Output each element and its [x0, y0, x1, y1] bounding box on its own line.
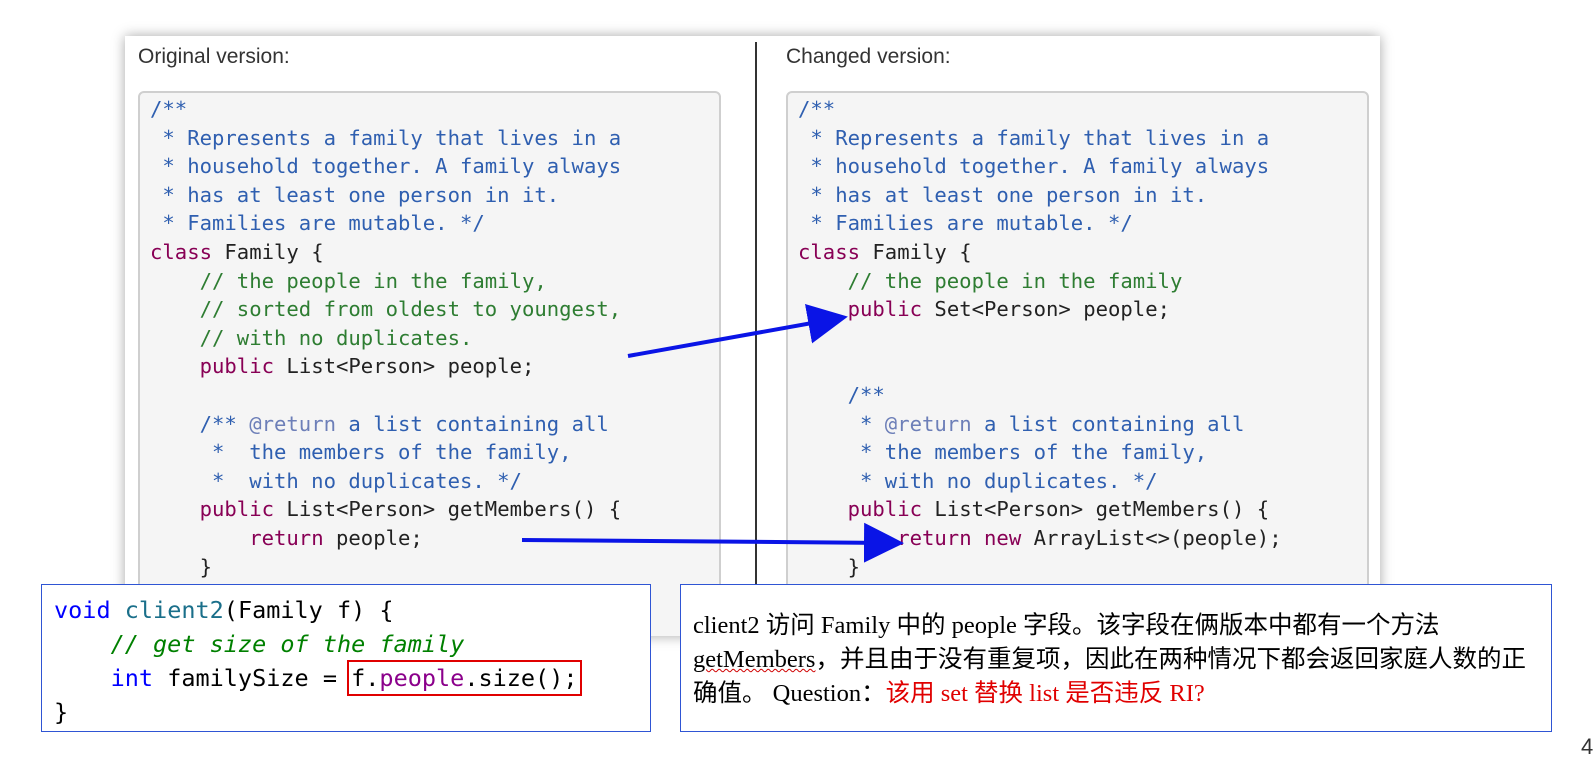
code-line: return new ArrayList<>(people);: [897, 525, 1282, 550]
code-line: * @return a list containing all: [798, 411, 1245, 436]
code-line: /**: [798, 97, 836, 121]
code-comparison-panel: Original version: Changed version: /** *…: [125, 36, 1380, 636]
code-line: return people;: [249, 525, 423, 550]
code-line: /**: [150, 97, 188, 121]
original-code-block: /** * Represents a family that lives in …: [138, 91, 721, 636]
note-text: client2 访问 Family 中的 people 字段。该字段在俩版本中都…: [693, 612, 1440, 639]
code-line: }: [150, 554, 212, 579]
client-code: void client2(Family f) { // get size of …: [54, 593, 582, 729]
code-line: * Families are mutable. */: [798, 211, 1133, 236]
version-divider: [755, 42, 757, 636]
code-line: * household together. A family always: [150, 154, 622, 179]
changed-code-block: /** * Represents a family that lives in …: [786, 91, 1369, 636]
explanation-note: client2 访问 Family 中的 people 字段。该字段在俩版本中都…: [680, 584, 1552, 732]
changed-version-title: Changed version:: [786, 45, 951, 68]
code-line: /**: [798, 382, 885, 407]
code-line: * the members of the family,: [798, 440, 1208, 465]
code-line: // get size of the family: [54, 630, 465, 658]
code-line: public List<Person> people;: [199, 354, 535, 379]
code-line: }: [54, 698, 69, 726]
code-line: // with no duplicates.: [150, 325, 473, 350]
note-question: 该用 set 替换 list 是否违反 RI?: [885, 680, 1205, 707]
original-code: /** * Represents a family that lives in …: [150, 95, 621, 581]
code-line: * with no duplicates. */: [798, 468, 1158, 493]
code-line: class Family {: [798, 239, 972, 264]
code-line: * Families are mutable. */: [150, 211, 485, 236]
code-line: * the members of the family,: [150, 440, 572, 465]
code-line: public List<Person> getMembers() {: [847, 497, 1270, 522]
code-line: // the people in the family: [798, 268, 1183, 293]
code-line: public Set<Person> people;: [847, 297, 1170, 322]
code-line: * Represents a family that lives in a: [150, 125, 622, 150]
changed-code: /** * Represents a family that lives in …: [798, 95, 1282, 581]
page-number: 4: [1581, 734, 1593, 759]
code-line: * has at least one person in it.: [798, 182, 1208, 207]
code-line: void client2(Family f) {: [54, 596, 394, 624]
code-line: * has at least one person in it.: [150, 182, 560, 207]
code-line: /** @return a list containing all: [150, 411, 609, 436]
original-version-title: Original version:: [138, 45, 290, 68]
code-line: * with no duplicates. */: [150, 468, 522, 493]
code-line: // the people in the family,: [150, 268, 547, 293]
code-line: * household together. A family always: [798, 154, 1270, 179]
code-line: public List<Person> getMembers() {: [199, 497, 622, 522]
client-code-box: void client2(Family f) { // get size of …: [41, 584, 651, 732]
code-line: // sorted from oldest to youngest,: [150, 297, 622, 322]
code-line: * Represents a family that lives in a: [798, 125, 1270, 150]
code-line: class Family {: [150, 239, 324, 264]
code-line: int familySize = f.people.size();: [110, 660, 582, 696]
note-method-name: getMembers: [693, 646, 816, 673]
highlighted-expression: f.people.size();: [347, 660, 582, 696]
code-line: }: [798, 554, 860, 579]
